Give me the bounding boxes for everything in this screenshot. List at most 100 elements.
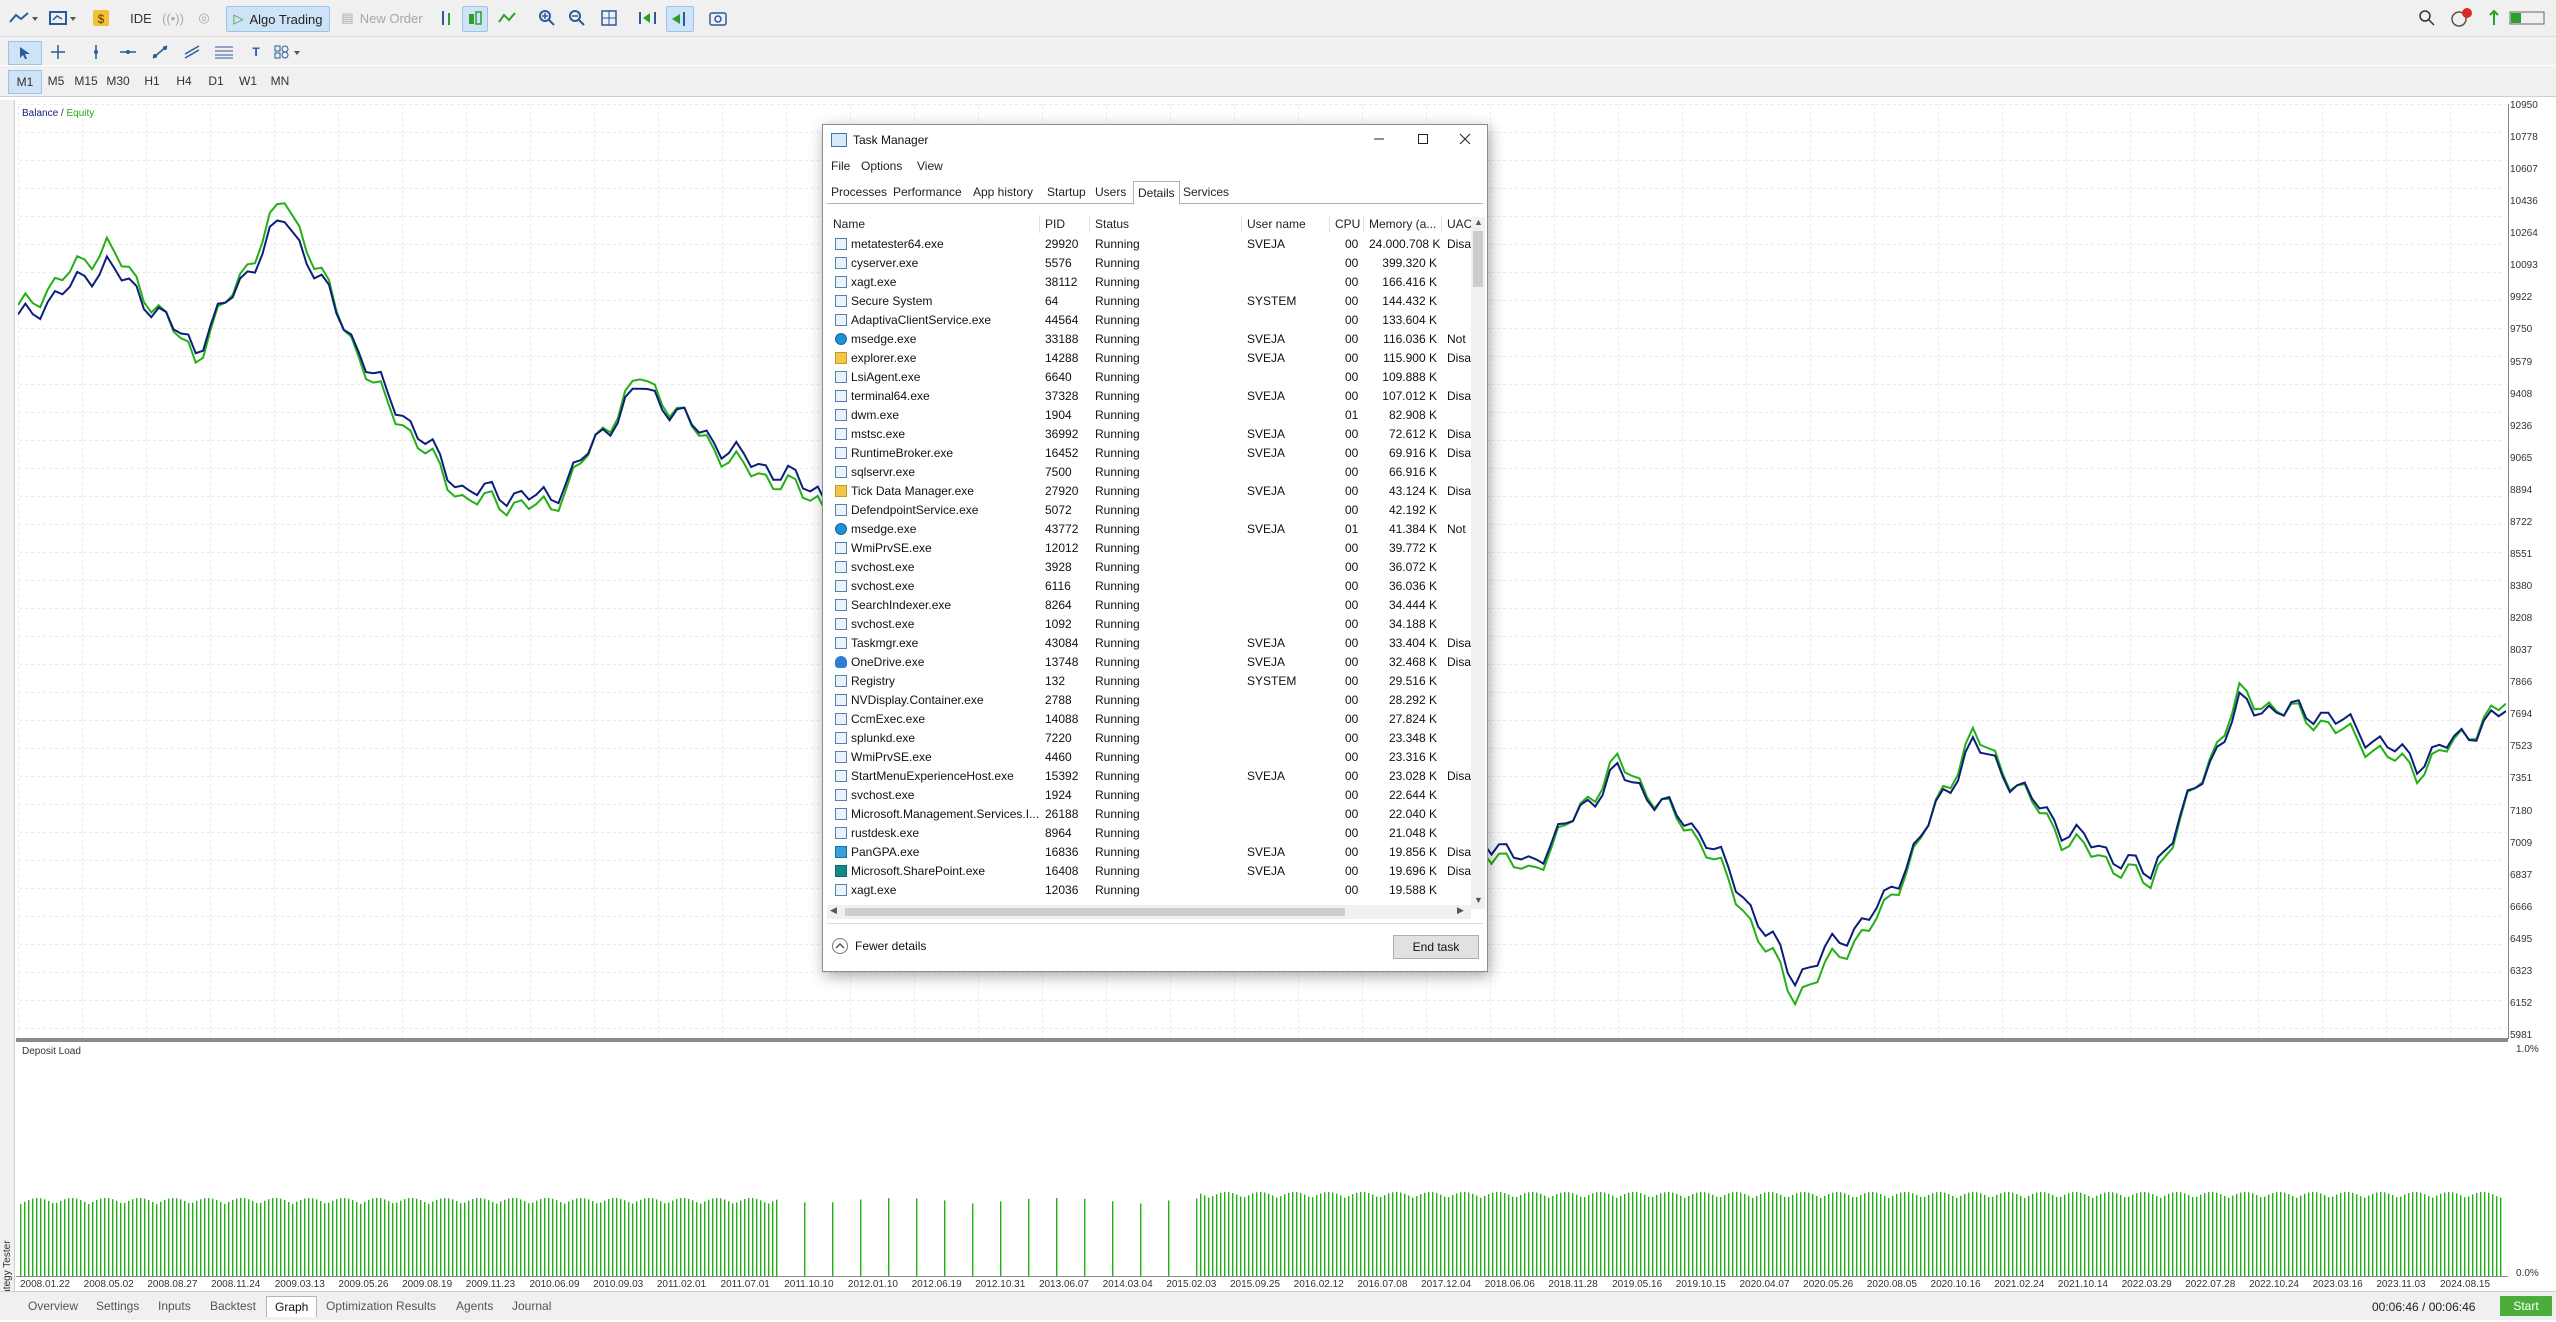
tab-optimization-results[interactable]: Optimization Results [318,1296,444,1316]
cursor-icon[interactable] [8,41,42,65]
timeframe-d1[interactable]: D1 [200,70,232,92]
table-row[interactable]: metatester64.exe 29920 Running SVEJA 00 24.00… [829,235,1483,254]
table-row[interactable]: sqlservr.exe 7500 Running 00 66.916 K [829,463,1483,482]
table-row[interactable]: svchost.exe 1092 Running 00 34.188 K [829,615,1483,634]
table-row[interactable]: Taskmgr.exe 43084 Running SVEJA 00 33.404 K Di… [829,634,1483,653]
col-name[interactable]: Name [833,217,865,231]
table-row[interactable]: terminal64.exe 37328 Running SVEJA 00 107.012… [829,387,1483,406]
tab-overview[interactable]: Overview [20,1296,86,1316]
table-row[interactable]: rustdesk.exe 8964 Running 00 21.048 K [829,824,1483,843]
timeframe-m30[interactable]: M30 [102,70,134,92]
zoom-out-icon[interactable] [566,6,588,30]
start-button[interactable]: Start [2500,1296,2552,1316]
table-row[interactable]: Registry 132 Running SYSTEM 00 29.516 K [829,672,1483,691]
col-pid[interactable]: PID [1045,217,1065,231]
table-row[interactable]: OneDrive.exe 13748 Running SVEJA 00 32.468 K D… [829,653,1483,672]
timeframe-m5[interactable]: M5 [40,70,72,92]
notifications-icon[interactable] [2448,6,2474,30]
maximize-button[interactable] [1405,127,1441,151]
table-row[interactable]: StartMenuExperienceHost.exe 15392 Running S… [829,767,1483,786]
timeframe-m15[interactable]: M15 [70,70,102,92]
table-row[interactable]: Microsoft.Management.Services.I... 26188 R… [829,805,1483,824]
tm-tab-performance[interactable]: Performance [889,181,966,203]
tab-settings[interactable]: Settings [88,1296,147,1316]
timeframe-h1[interactable]: H1 [136,70,168,92]
table-row[interactable]: WmiPrvSE.exe 4460 Running 00 23.316 K [829,748,1483,767]
crosshair-icon[interactable] [42,41,74,63]
col-memory[interactable]: Memory (a... [1369,217,1436,231]
close-button[interactable] [1447,127,1483,151]
h-scroll-thumb[interactable] [845,908,1345,916]
table-row[interactable]: DefendpointService.exe 5072 Running 00 42.19… [829,501,1483,520]
table-row[interactable]: CcmExec.exe 14088 Running 00 27.824 K [829,710,1483,729]
horizontal-scrollbar[interactable]: ◀ ▶ [827,905,1471,919]
menu-view[interactable]: View [917,159,943,173]
fibonacci-icon[interactable] [208,41,240,63]
table-row[interactable]: Microsoft.SharePoint.exe 16408 Running SVEJ… [829,862,1483,881]
table-row[interactable]: PanGPA.exe 16836 Running SVEJA 00 19.856 K Dis… [829,843,1483,862]
tab-inputs[interactable]: Inputs [150,1296,199,1316]
scroll-thumb[interactable] [1473,231,1483,287]
chart-shift-icon[interactable] [666,6,694,32]
table-row[interactable]: msedge.exe 33188 Running SVEJA 00 116.036 K No… [829,330,1483,349]
tm-tab-details[interactable]: Details [1133,181,1180,205]
screenshot-icon[interactable] [706,6,730,30]
table-row[interactable]: dwm.exe 1904 Running 01 82.908 K [829,406,1483,425]
ide-button[interactable]: IDE [124,6,158,30]
zoom-in-icon[interactable] [536,6,558,30]
table-row[interactable]: svchost.exe 6116 Running 00 36.036 K [829,577,1483,596]
table-row[interactable]: NVDisplay.Container.exe 2788 Running 00 28.2… [829,691,1483,710]
table-row[interactable]: mstsc.exe 36992 Running SVEJA 00 72.612 K Disa [829,425,1483,444]
col-user-name[interactable]: User name [1247,217,1306,231]
tab-journal[interactable]: Journal [504,1296,559,1316]
col-status[interactable]: Status [1095,217,1129,231]
templates-icon[interactable] [46,6,80,30]
scroll-up-icon[interactable]: ▲ [1474,217,1483,227]
autoscroll-icon[interactable] [636,6,660,30]
tm-tab-processes[interactable]: Processes [827,181,891,203]
signal-icon[interactable]: ((•)) [160,6,186,30]
bar-chart-icon[interactable] [436,6,456,30]
vps-icon[interactable]: ◎ [192,6,216,30]
new-order-button[interactable]: ▤ New Order [334,6,430,30]
chart-type-icon[interactable] [6,6,40,30]
col-cpu[interactable]: CPU [1335,217,1360,231]
algo-trading-button[interactable]: ▷ Algo Trading [226,6,330,32]
table-row[interactable]: svchost.exe 3928 Running 00 36.072 K [829,558,1483,577]
table-row[interactable]: Secure System 64 Running SYSTEM 00 144.432 K [829,292,1483,311]
shapes-icon[interactable] [270,41,308,63]
dollar-icon[interactable]: $ [90,6,112,30]
table-row[interactable]: cyserver.exe 5576 Running 00 399.320 K [829,254,1483,273]
scroll-left-icon[interactable]: ◀ [830,905,837,916]
timeframe-h4[interactable]: H4 [168,70,200,92]
vertical-line-icon[interactable] [80,41,112,63]
table-row[interactable]: RuntimeBroker.exe 16452 Running SVEJA 00 69.9… [829,444,1483,463]
tm-tab-services[interactable]: Services [1179,181,1233,203]
search-icon[interactable] [2416,6,2438,30]
text-tool-icon[interactable]: T [240,41,272,63]
tab-graph[interactable]: Graph [266,1296,318,1317]
table-row[interactable]: LsiAgent.exe 6640 Running 00 109.888 K [829,368,1483,387]
col-uac[interactable]: UAC [1447,217,1472,231]
grid-icon[interactable] [598,6,620,30]
table-row[interactable]: msedge.exe 43772 Running SVEJA 01 41.384 K Not [829,520,1483,539]
table-row[interactable]: Tick Data Manager.exe 27920 Running SVEJA 00… [829,482,1483,501]
tm-tab-users[interactable]: Users [1091,181,1130,203]
candlestick-icon[interactable] [462,6,488,32]
vertical-scrollbar[interactable]: ▲ ▼ [1471,217,1485,909]
tm-tab-app-history[interactable]: App history [969,181,1037,203]
menu-file[interactable]: File [831,159,850,173]
table-row[interactable]: svchost.exe 1924 Running 00 22.644 K [829,786,1483,805]
timeframe-m1[interactable]: M1 [8,70,42,94]
connection-icon[interactable] [2484,6,2504,30]
table-row[interactable]: AdaptivaClientService.exe 44564 Running 00 1… [829,311,1483,330]
table-row[interactable]: xagt.exe 12036 Running 00 19.588 K [829,881,1483,900]
tab-agents[interactable]: Agents [448,1296,501,1316]
timeframe-mn[interactable]: MN [264,70,296,92]
line-chart-icon[interactable] [496,6,518,30]
channel-icon[interactable] [176,41,208,63]
timeframe-w1[interactable]: W1 [232,70,264,92]
end-task-button[interactable]: End task [1393,935,1479,959]
table-row[interactable]: explorer.exe 14288 Running SVEJA 00 115.900 K… [829,349,1483,368]
horizontal-line-icon[interactable] [112,41,144,63]
